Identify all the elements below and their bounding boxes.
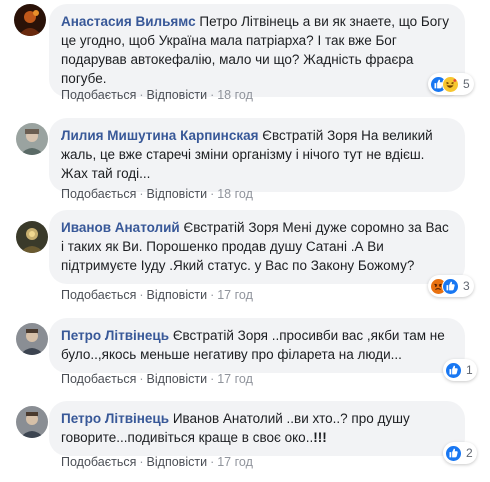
reactions-summary[interactable]: 3 — [428, 275, 474, 297]
separator: · — [139, 288, 144, 302]
reactions-count: 1 — [466, 363, 473, 377]
comment-bubble: Петро Літвінець Євстратій Зоря ..просивб… — [49, 318, 465, 373]
like-icon — [445, 361, 462, 379]
separator: · — [210, 372, 215, 386]
haha-icon — [442, 75, 459, 93]
separator: · — [210, 187, 215, 201]
separator: · — [139, 187, 144, 201]
comment-bubble: Анастасия Вильямс Петро Літвінець а ви я… — [49, 4, 465, 97]
comment-timestamp[interactable]: 17 год — [217, 455, 253, 469]
comment-author[interactable]: Петро Літвінець — [61, 328, 169, 343]
comment-author[interactable]: Петро Літвінець — [61, 411, 169, 426]
reply-button[interactable]: Відповісти — [147, 288, 208, 302]
reactions-summary[interactable]: 5 — [428, 73, 474, 95]
comment-author[interactable]: Лилия Мишутина Карпинская — [61, 128, 258, 143]
comment-author[interactable]: Анастасия Вильямс — [61, 14, 196, 29]
comment-timestamp[interactable]: 17 год — [217, 372, 253, 386]
comment-bubble: Иванов Анатолий Євстратій Зоря Мені дуже… — [49, 210, 465, 284]
like-button[interactable]: Подобається — [61, 455, 136, 469]
like-button[interactable]: Подобається — [61, 88, 136, 102]
like-button[interactable]: Подобається — [61, 372, 136, 386]
comment-actions: Подобається · Відповісти · 17 год — [61, 288, 253, 302]
comment-actions: Подобається · Відповісти · 18 год — [61, 187, 253, 201]
like-icon — [445, 444, 462, 462]
separator: · — [139, 88, 144, 102]
separator: · — [210, 88, 215, 102]
comment-bubble: Лилия Мишутина Карпинская Євстратій Зоря… — [49, 118, 465, 192]
reactions-summary[interactable]: 1 — [443, 359, 477, 381]
comment-author[interactable]: Иванов Анатолий — [61, 220, 180, 235]
like-icon — [442, 277, 459, 295]
separator: · — [210, 288, 215, 302]
comment-timestamp[interactable]: 18 год — [217, 187, 253, 201]
reply-button[interactable]: Відповісти — [147, 88, 208, 102]
comment-timestamp[interactable]: 18 год — [217, 88, 253, 102]
comment-bubble: Петро Літвінець Иванов Анатолий ..ви хто… — [49, 401, 465, 456]
like-button[interactable]: Подобається — [61, 288, 136, 302]
avatar[interactable] — [16, 323, 48, 355]
reactions-count: 5 — [463, 77, 470, 91]
reply-button[interactable]: Відповісти — [147, 187, 208, 201]
comment-actions: Подобається · Відповісти · 17 год — [61, 455, 253, 469]
comment-actions: Подобається · Відповісти · 18 год — [61, 88, 253, 102]
like-button[interactable]: Подобається — [61, 187, 136, 201]
reply-button[interactable]: Відповісти — [147, 455, 208, 469]
separator: · — [139, 372, 144, 386]
comment-timestamp[interactable]: 17 год — [217, 288, 253, 302]
separator: · — [210, 455, 215, 469]
comment-emphasis: !!! — [313, 430, 327, 445]
reactions-count: 2 — [466, 446, 473, 460]
reply-button[interactable]: Відповісти — [147, 372, 208, 386]
reactions-summary[interactable]: 2 — [443, 442, 477, 464]
comment-actions: Подобається · Відповісти · 17 год — [61, 372, 253, 386]
avatar[interactable] — [14, 4, 46, 36]
separator: · — [139, 455, 144, 469]
reactions-count: 3 — [463, 279, 470, 293]
avatar[interactable] — [16, 406, 48, 438]
avatar[interactable] — [16, 221, 48, 253]
avatar[interactable] — [16, 123, 48, 155]
